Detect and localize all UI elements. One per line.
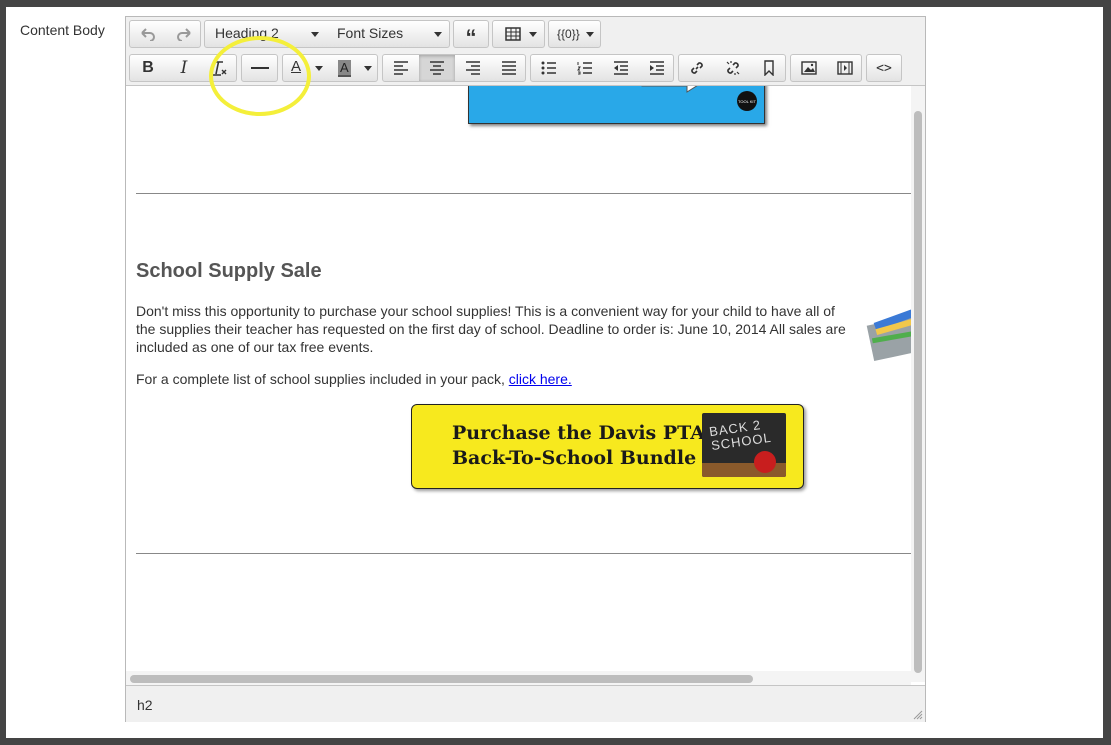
content-paragraph-1: Don't miss this opportunity to purchase …	[136, 303, 846, 355]
variables-label: {{0}}	[557, 27, 580, 41]
editor-content[interactable]: TOOL KIT School Supply Sale Don't miss t…	[126, 86, 911, 671]
align-justify-icon	[502, 61, 516, 75]
undo-icon	[141, 28, 155, 41]
content-paragraph-2: For a complete list of school supplies i…	[136, 370, 856, 388]
paragraph-2-text: For a complete list of school supplies i…	[136, 371, 509, 387]
editor-statusbar: h2	[126, 685, 925, 722]
blockquote-group: “	[453, 20, 489, 50]
font-sizes-value: Font Sizes	[337, 25, 404, 41]
link-group	[678, 54, 786, 82]
anchor-button[interactable]	[751, 55, 787, 81]
align-justify-button[interactable]	[491, 55, 527, 81]
film-icon	[837, 61, 853, 75]
back-to-school-chalkboard-image: BACK 2 SCHOOL	[702, 413, 786, 477]
rich-text-editor: Heading 2 Font Sizes “ {{0}} B I A A <> …	[125, 16, 926, 722]
table-group	[492, 20, 545, 48]
indent-button[interactable]	[639, 55, 675, 81]
undo-button[interactable]	[130, 21, 166, 47]
apple-icon	[754, 451, 776, 473]
vertical-scrollbar-thumb[interactable]	[914, 111, 922, 673]
chalkboard-text: BACK 2 SCHOOL	[708, 417, 772, 453]
source-code-button[interactable]: <>	[867, 55, 901, 81]
link-icon	[691, 62, 703, 74]
media-group	[790, 54, 862, 82]
click-here-link[interactable]: click here.	[509, 371, 572, 387]
unlink-icon	[726, 61, 740, 75]
list-indent-group	[530, 54, 674, 82]
redo-icon	[177, 28, 191, 41]
table-button[interactable]	[493, 21, 544, 47]
background-color-button[interactable]: A	[331, 55, 379, 81]
purchase-bundle-banner[interactable]: Purchase the Davis PTA Back-To-School Bu…	[411, 404, 804, 489]
chevron-down-icon	[315, 66, 323, 71]
resize-handle-icon[interactable]	[913, 710, 923, 720]
outdent-button[interactable]	[603, 55, 639, 81]
align-left-button[interactable]	[383, 55, 419, 81]
bullet-list-button[interactable]	[531, 55, 567, 81]
remove-link-button[interactable]	[715, 55, 751, 81]
indent-icon	[650, 61, 664, 75]
field-label: Content Body	[20, 22, 105, 38]
insert-image-button[interactable]	[791, 55, 827, 81]
history-group	[129, 20, 201, 48]
background-color-icon: A	[338, 60, 351, 77]
insert-media-button[interactable]	[827, 55, 863, 81]
table-icon	[504, 27, 521, 41]
code-group: <>	[866, 54, 902, 82]
italic-button[interactable]: I	[166, 55, 202, 81]
chevron-down-icon	[311, 32, 319, 37]
horizontal-rule-2	[136, 553, 911, 554]
horizontal-rule-1	[136, 193, 911, 194]
variables-group: {{0}}	[548, 20, 601, 48]
insert-link-button[interactable]	[679, 55, 715, 81]
numbered-list-button[interactable]	[567, 55, 603, 81]
chevron-down-icon	[586, 32, 594, 37]
chevron-down-icon	[529, 32, 537, 37]
align-left-icon	[394, 61, 408, 75]
alignment-group	[382, 54, 526, 82]
bold-button[interactable]: B	[130, 55, 166, 81]
top-image: TOOL KIT	[468, 86, 765, 124]
quote-icon: “	[465, 25, 477, 50]
numbered-list-icon	[577, 62, 592, 75]
element-path[interactable]: h2	[137, 697, 153, 713]
bundle-line-1: Purchase the Davis PTA	[452, 422, 705, 444]
variables-button[interactable]: {{0}}	[549, 21, 600, 47]
bullet-list-icon	[541, 61, 556, 75]
align-right-button[interactable]	[455, 55, 491, 81]
tool-kit-badge: TOOL KIT	[737, 91, 757, 111]
bundle-line-2: Back-To-School Bundle	[452, 447, 697, 469]
align-right-icon	[466, 61, 480, 75]
highlight-annotation-circle	[209, 36, 311, 116]
bookmark-icon	[764, 60, 774, 76]
align-center-icon	[430, 61, 444, 75]
redo-button[interactable]	[166, 21, 202, 47]
arrow-right-icon	[641, 86, 698, 93]
school-supplies-image	[866, 308, 911, 361]
page-frame: Content Body Heading 2 Font Sizes “ {{0}…	[6, 7, 1103, 738]
image-icon	[801, 61, 817, 75]
align-center-button[interactable]	[419, 55, 455, 81]
font-sizes-dropdown[interactable]: Font Sizes	[327, 21, 451, 47]
bundle-banner-text: Purchase the Davis PTA Back-To-School Bu…	[452, 421, 705, 471]
outdent-icon	[614, 61, 628, 75]
chevron-down-icon	[434, 32, 442, 37]
chevron-down-icon	[364, 66, 372, 71]
blockquote-button[interactable]: “	[454, 21, 488, 50]
content-heading: School Supply Sale	[136, 260, 322, 282]
horizontal-scrollbar-thumb[interactable]	[130, 675, 753, 683]
